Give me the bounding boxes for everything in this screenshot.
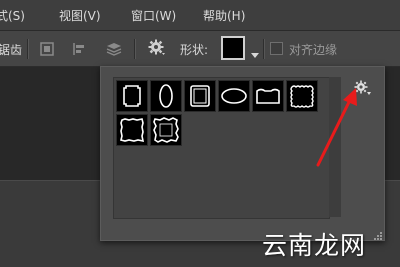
watermark-text: 云南龙网 [262,231,367,260]
